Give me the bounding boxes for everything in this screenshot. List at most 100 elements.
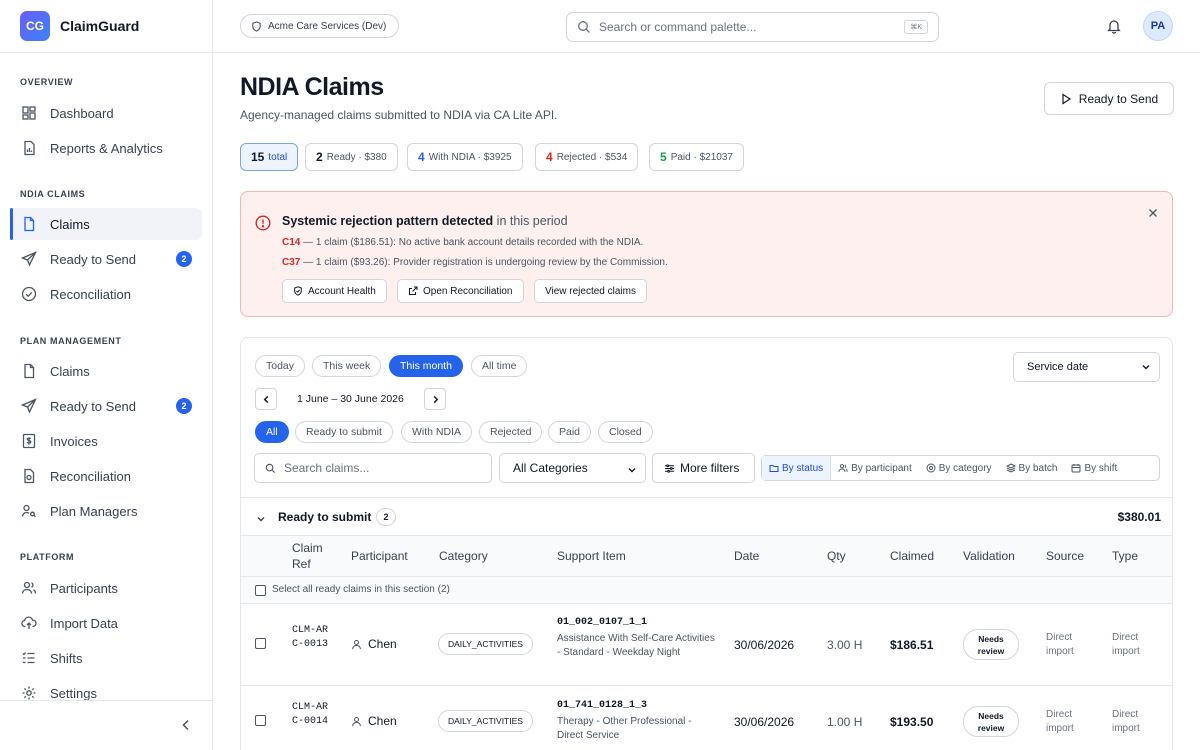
status-with-ndia[interactable]: With NDIA: [401, 421, 473, 443]
table-row[interactable]: CLM-ARC-0013 Chen DAILY_ACTIVITIES 01_00…: [241, 604, 1172, 686]
grid-icon: [21, 105, 37, 121]
brand[interactable]: CG ClaimGuard: [0, 0, 212, 53]
period-all-time[interactable]: All time: [471, 355, 528, 377]
reconcile-doc-icon: [21, 468, 37, 484]
status-rejected[interactable]: Rejected: [479, 421, 543, 443]
stat-paid[interactable]: 5 Paid · $21037: [649, 143, 744, 171]
count-badge: 2: [176, 251, 192, 267]
sidebar-item-ndia-reconciliation[interactable]: Reconciliation: [10, 278, 202, 310]
claim-ref[interactable]: CLM-ARC-0014: [292, 701, 332, 729]
group-by-label: By batch: [1018, 462, 1058, 474]
column-date[interactable]: Date: [734, 548, 759, 564]
sidebar-item-label: Ready to Send: [50, 251, 137, 267]
period-this-week[interactable]: This week: [312, 355, 382, 377]
period-today[interactable]: Today: [255, 355, 306, 377]
sidebar: CG ClaimGuard OVERVIEW Dashboard Reports…: [0, 0, 213, 750]
column-category[interactable]: Category: [439, 548, 488, 564]
shield-icon: [251, 20, 268, 32]
claims-search-input[interactable]: Search claims...: [254, 453, 492, 483]
stat-rejected[interactable]: 4 Rejected · $534: [535, 143, 639, 171]
sidebar-item-pm-reconciliation[interactable]: Reconciliation: [10, 460, 202, 492]
next-period-button[interactable]: [424, 388, 446, 410]
avatar[interactable]: PA: [1143, 11, 1173, 41]
row-checkbox[interactable]: [255, 638, 266, 649]
sidebar-item-pm-ready-to-send[interactable]: Ready to Send 2: [10, 390, 202, 422]
brand-logo: CG: [20, 11, 50, 41]
ready-to-send-button[interactable]: Ready to Send: [1044, 82, 1174, 115]
check-circle-icon: [21, 286, 37, 302]
search-icon: [577, 20, 599, 34]
stat-ready[interactable]: 2 Ready · $380: [305, 143, 398, 171]
rejection-code: C14: [282, 237, 301, 248]
open-reconciliation-button[interactable]: Open Reconciliation: [397, 279, 524, 303]
alert-line: C37 — 1 claim ($93.26): Provider registr…: [282, 257, 668, 268]
search-placeholder: Search claims...: [284, 461, 370, 475]
sidebar-item-dashboard[interactable]: Dashboard: [10, 97, 202, 129]
rejection-code: C37: [282, 257, 301, 268]
group-by-shift[interactable]: By shift: [1064, 456, 1124, 480]
stat-total[interactable]: 15 total: [240, 143, 299, 171]
validation-badge[interactable]: Needs review: [963, 706, 1019, 737]
row-checkbox[interactable]: [255, 715, 266, 726]
group-by-batch[interactable]: By batch: [999, 456, 1065, 480]
alert-circle-icon: [255, 215, 271, 231]
more-filters-button[interactable]: More filters: [652, 453, 755, 483]
prev-period-button[interactable]: [255, 388, 277, 410]
sidebar-item-invoices[interactable]: Invoices: [10, 425, 202, 457]
stat-label: With NDIA · $3925: [428, 151, 512, 163]
period-this-month[interactable]: This month: [389, 355, 463, 377]
sidebar-item-reports[interactable]: Reports & Analytics: [10, 132, 202, 164]
column-claimed[interactable]: Claimed: [890, 548, 934, 564]
column-claim-ref[interactable]: Claim Ref: [292, 540, 332, 572]
send-icon: [21, 398, 37, 414]
group-by-status[interactable]: By status: [762, 456, 832, 480]
stat-with-ndia[interactable]: 4 With NDIA · $3925: [407, 143, 523, 171]
alert-title: Systemic rejection pattern detected in t…: [282, 214, 568, 228]
status-all[interactable]: All: [255, 421, 289, 443]
sidebar-item-ndia-ready-to-send[interactable]: Ready to Send 2: [10, 243, 202, 275]
sidebar-item-participants[interactable]: Participants: [10, 572, 202, 604]
section-ready-to-submit[interactable]: Ready to submit 2 $380.01: [241, 497, 1172, 535]
type: Direct import: [1112, 632, 1140, 657]
select-all-checkbox[interactable]: [255, 585, 266, 596]
sidebar-item-plan-managers[interactable]: Plan Managers: [10, 495, 202, 527]
sidebar-item-label: Plan Managers: [50, 503, 138, 519]
claim-ref[interactable]: CLM-ARC-0013: [292, 624, 332, 652]
command-search[interactable]: Search or command palette... ⌘K: [566, 12, 939, 42]
chevron-left-icon[interactable]: [178, 717, 194, 733]
column-source[interactable]: Source: [1046, 548, 1084, 564]
sidebar-item-shifts[interactable]: Shifts: [10, 642, 202, 674]
group-by-category[interactable]: By category: [919, 456, 999, 480]
column-support-item[interactable]: Support Item: [557, 548, 626, 564]
sidebar-item-ndia-claims[interactable]: Claims: [10, 208, 202, 240]
external-link-icon: [408, 286, 423, 296]
column-participant[interactable]: Participant: [351, 548, 408, 564]
select-all-row: Select all ready claims in this section …: [241, 577, 1172, 604]
org-switcher[interactable]: Acme Care Services (Dev): [240, 14, 400, 38]
bell-icon[interactable]: [1106, 18, 1122, 34]
validation-badge[interactable]: Needs review: [963, 629, 1019, 660]
status-ready-to-submit[interactable]: Ready to submit: [295, 421, 393, 443]
page-title: NDIA Claims: [240, 73, 384, 101]
account-health-button[interactable]: Account Health: [282, 279, 387, 303]
category-select[interactable]: All Categories: [499, 453, 646, 483]
date-basis-select[interactable]: Service date: [1013, 352, 1160, 382]
column-validation[interactable]: Validation: [963, 548, 1015, 564]
view-rejected-claims-button[interactable]: View rejected claims: [534, 279, 647, 303]
status-paid[interactable]: Paid: [548, 421, 592, 443]
table-row[interactable]: CLM-ARC-0014 Chen DAILY_ACTIVITIES 01_74…: [241, 687, 1172, 750]
column-qty[interactable]: Qty: [827, 548, 846, 564]
group-by-participant[interactable]: By participant: [831, 456, 919, 480]
column-type[interactable]: Type: [1112, 548, 1138, 564]
sidebar-item-label: Dashboard: [50, 105, 114, 121]
status-closed[interactable]: Closed: [598, 421, 653, 443]
close-icon[interactable]: [1146, 206, 1160, 220]
sidebar-item-import-data[interactable]: Import Data: [10, 607, 202, 639]
stat-count: 2: [316, 150, 323, 164]
page-subtitle: Agency-managed claims submitted to NDIA …: [240, 108, 558, 122]
sidebar-item-pm-claims[interactable]: Claims: [10, 355, 202, 387]
play-icon: [1060, 92, 1079, 105]
group-by-label: By participant: [851, 462, 912, 474]
button-label: Open Reconciliation: [423, 285, 513, 297]
stat-label: total: [268, 151, 288, 163]
